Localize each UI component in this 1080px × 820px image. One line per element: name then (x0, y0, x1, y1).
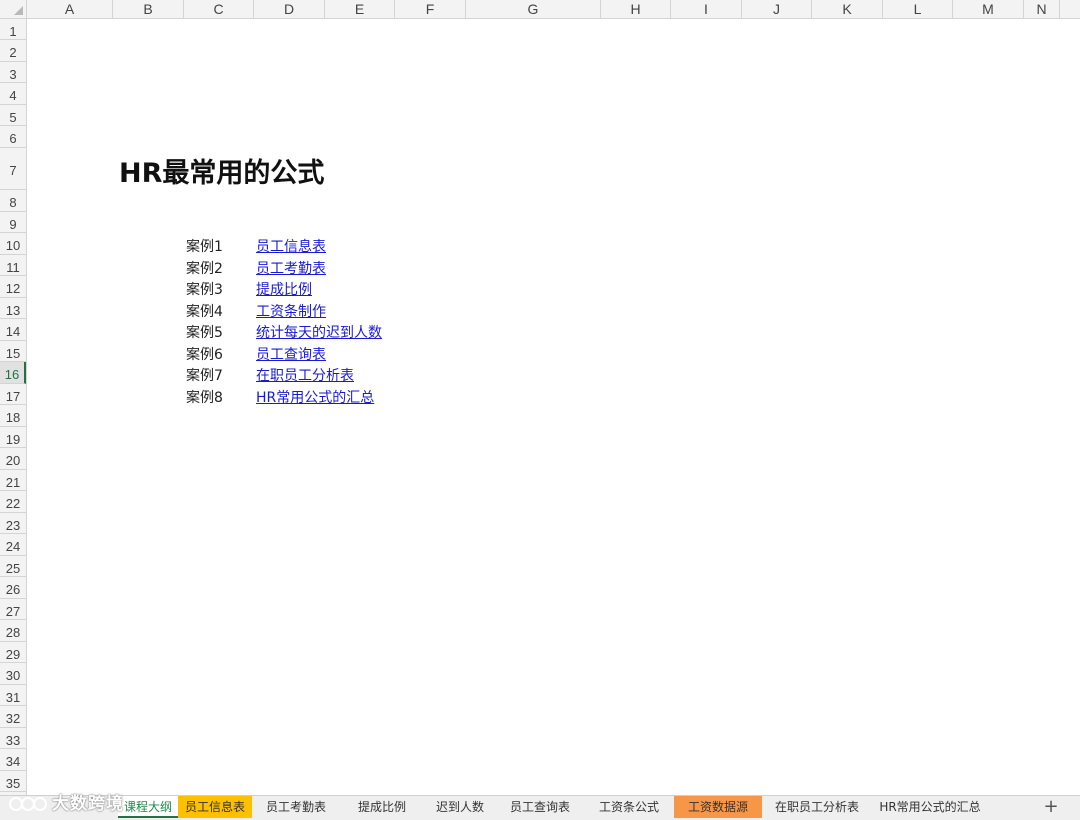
case-label: 案例3 (186, 282, 223, 298)
row-header-17[interactable]: 17 (0, 384, 26, 405)
case-hyperlink[interactable]: 员工考勤表 (256, 258, 326, 278)
column-headers: ABCDEFGHIJKLMN (27, 0, 1080, 19)
case-label: 案例8 (186, 390, 223, 406)
sheet-tab[interactable]: HR常用公式的汇总 (872, 796, 988, 818)
row-header-26[interactable]: 26 (0, 577, 26, 599)
row-header-7[interactable]: 7 (0, 148, 26, 190)
watermark: 大数跨境 (8, 789, 124, 814)
column-header-d[interactable]: D (254, 0, 325, 18)
case-hyperlink[interactable]: 在职员工分析表 (256, 365, 354, 385)
watermark-text: 大数跨境 (52, 794, 124, 814)
row-header-10[interactable]: 10 (0, 233, 26, 255)
column-header-m[interactable]: M (953, 0, 1024, 18)
case-hyperlink[interactable]: 统计每天的迟到人数 (256, 322, 382, 342)
column-header-l[interactable]: L (883, 0, 953, 18)
column-header-n[interactable]: N (1024, 0, 1060, 18)
case-hyperlink[interactable]: 员工查询表 (256, 344, 326, 364)
case-hyperlink[interactable]: HR常用公式的汇总 (256, 387, 374, 407)
row-header-9[interactable]: 9 (0, 212, 26, 233)
column-header-j[interactable]: J (742, 0, 812, 18)
case-hyperlink[interactable]: 工资条制作 (256, 301, 326, 321)
case-label: 案例7 (186, 368, 223, 384)
case-label: 案例6 (186, 347, 223, 363)
column-header-i[interactable]: I (671, 0, 742, 18)
row-header-3[interactable]: 3 (0, 62, 26, 83)
row-header-11[interactable]: 11 (0, 255, 26, 276)
row-header-1[interactable]: 1 (0, 19, 26, 40)
case-hyperlink[interactable]: 提成比例 (256, 279, 312, 299)
row-header-24[interactable]: 24 (0, 534, 26, 556)
column-header-e[interactable]: E (325, 0, 395, 18)
row-header-14[interactable]: 14 (0, 319, 26, 341)
column-header-f[interactable]: F (395, 0, 466, 18)
select-all-triangle-icon (14, 6, 23, 15)
row-header-18[interactable]: 18 (0, 405, 26, 427)
sheet-tab[interactable]: 提成比例 (340, 796, 424, 818)
row-header-19[interactable]: 19 (0, 427, 26, 448)
row-header-27[interactable]: 27 (0, 599, 26, 620)
row-header-20[interactable]: 20 (0, 448, 26, 470)
sheet-tab[interactable]: 工资数据源 (674, 796, 762, 818)
column-header-h[interactable]: H (601, 0, 671, 18)
sheet-tab[interactable]: 员工查询表 (496, 796, 584, 818)
row-header-21[interactable]: 21 (0, 470, 26, 491)
row-header-34[interactable]: 34 (0, 749, 26, 771)
sheet-tab[interactable]: 员工考勤表 (252, 796, 340, 818)
row-headers: 1 2 3 4 5 6 7 8 9 10 11 12 13 14 15 16 17 18 19 20 21 22 23 24 2… (0, 19, 27, 795)
select-all-corner[interactable] (0, 0, 27, 19)
row-header-23[interactable]: 23 (0, 513, 26, 534)
sheet-title: HR最常用的公式 (119, 158, 325, 189)
row-header-12[interactable]: 12 (0, 276, 26, 298)
case-label: 案例5 (186, 325, 223, 341)
row-header-31[interactable]: 31 (0, 685, 26, 706)
sheet-tab[interactable]: 员工信息表 (178, 796, 252, 818)
case-label: 案例1 (186, 239, 223, 255)
row-header-2[interactable]: 2 (0, 40, 26, 62)
column-header-a[interactable]: A (27, 0, 113, 18)
watermark-logo-icon (9, 797, 47, 811)
row-header-8[interactable]: 8 (0, 190, 26, 212)
row-header-29[interactable]: 29 (0, 642, 26, 663)
sheet-tab[interactable]: 课程大纲 (118, 796, 178, 818)
row-header-13[interactable]: 13 (0, 298, 26, 319)
row-header-6[interactable]: 6 (0, 126, 26, 148)
case-label: 案例2 (186, 261, 223, 277)
plus-icon[interactable]: + (1041, 796, 1061, 818)
sheet-tab[interactable]: 在职员工分析表 (762, 796, 872, 818)
row-header-15[interactable]: 15 (0, 341, 26, 362)
case-label: 案例4 (186, 304, 223, 320)
sheet-tab-bar: 课程大纲 员工信息表 员工考勤表 提成比例 迟到人数 员工查询表 工资条公式 工资数据源 在职员… (0, 795, 1080, 820)
sheet-tab[interactable]: 工资条公式 (584, 796, 674, 818)
column-header-c[interactable]: C (184, 0, 254, 18)
column-header-b[interactable]: B (113, 0, 184, 18)
row-header-5[interactable]: 5 (0, 105, 26, 126)
row-header-22[interactable]: 22 (0, 491, 26, 513)
sheet-grid[interactable]: HR最常用的公式 案例1 员工信息表案例2 员工考勤表案例3 提成比例案例4 工资条制作… (27, 19, 1080, 795)
row-header-30[interactable]: 30 (0, 663, 26, 685)
row-header-25[interactable]: 25 (0, 556, 26, 577)
row-header-32[interactable]: 32 (0, 706, 26, 728)
sheet-tab[interactable]: 迟到人数 (424, 796, 496, 818)
row-header-28[interactable]: 28 (0, 620, 26, 642)
case-hyperlink[interactable]: 员工信息表 (256, 236, 326, 256)
column-header-k[interactable]: K (812, 0, 883, 18)
row-header-16[interactable]: 16 (0, 362, 26, 384)
row-header-33[interactable]: 33 (0, 728, 26, 749)
row-header-4[interactable]: 4 (0, 83, 26, 105)
column-header-g[interactable]: G (466, 0, 601, 18)
